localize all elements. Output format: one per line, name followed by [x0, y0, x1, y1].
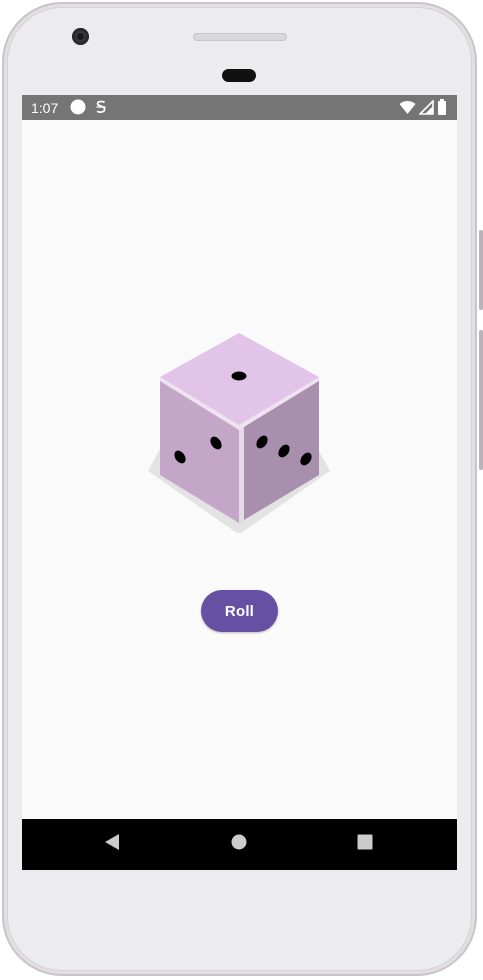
front-camera [72, 28, 89, 45]
volume-button [479, 330, 483, 470]
power-button [479, 230, 483, 310]
battery-icon [437, 99, 447, 118]
status-bar: 1:07 [22, 95, 457, 120]
wifi-icon [399, 100, 416, 118]
circle-notification-icon [70, 99, 86, 118]
screen: 1:07 Roll [22, 95, 457, 870]
back-button[interactable] [82, 819, 142, 870]
proximity-sensor [222, 69, 256, 82]
navigation-bar [22, 819, 457, 870]
status-system-icons [399, 98, 447, 118]
dice-pip [231, 371, 247, 381]
back-icon [104, 833, 120, 856]
phone-frame: 1:07 Roll [0, 0, 483, 980]
dice-image [148, 333, 330, 537]
recents-icon [357, 834, 373, 855]
roll-button[interactable]: Roll [201, 590, 278, 632]
home-button[interactable] [209, 819, 269, 870]
status-time: 1:07 [31, 100, 59, 116]
recents-button[interactable] [335, 819, 395, 870]
earpiece-speaker [193, 33, 287, 41]
app-content: Roll [22, 120, 457, 819]
home-icon [231, 834, 247, 855]
status-notification-icons [70, 99, 107, 118]
cellular-signal-icon [418, 98, 434, 118]
s-notification-icon [95, 99, 107, 118]
